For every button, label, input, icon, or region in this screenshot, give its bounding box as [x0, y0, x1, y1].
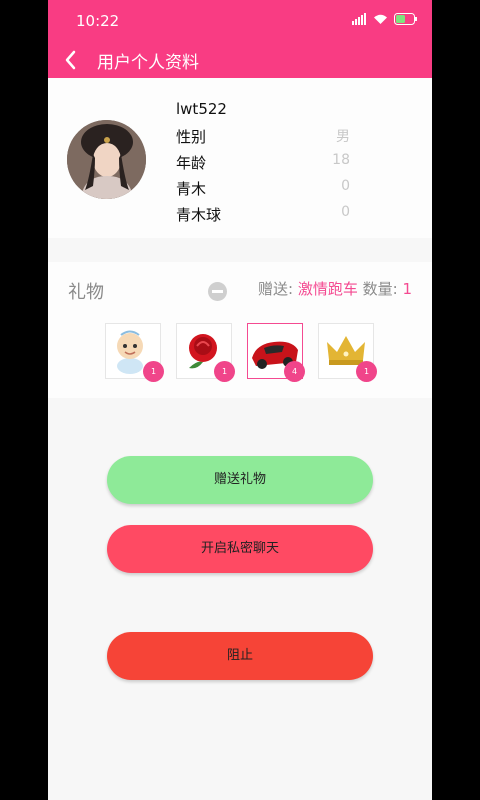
- info-row-age: 年龄 18: [176, 152, 356, 178]
- selected-gift-name: 激情跑车: [297, 280, 358, 298]
- info-row-qingmu: 青木 0: [176, 178, 356, 204]
- gift-count-badge: 1: [143, 361, 164, 382]
- toolbar: 用户个人资料: [48, 42, 432, 78]
- gift-count-badge: 1: [356, 361, 377, 382]
- private-chat-button[interactable]: 开启私密聊天: [107, 525, 373, 573]
- battery-icon: [394, 13, 417, 25]
- info-value: 0: [341, 178, 350, 194]
- info-row-gender: 性别 男: [176, 126, 356, 152]
- gift-section-title: 礼物: [68, 282, 104, 303]
- profile-card: lwt522 性别 男 年龄 18 青木 0 青木球 0: [48, 78, 432, 238]
- page-title: 用户个人资料: [97, 53, 199, 73]
- back-arrow-icon[interactable]: [62, 49, 82, 71]
- info-value: 男: [336, 129, 350, 145]
- info-label: 性别: [176, 128, 207, 146]
- wifi-icon: [374, 14, 387, 24]
- phone-screen: 10:22 用户个人资料 lwt522 性别 男 年龄 18 青木 0 青木球 …: [48, 0, 432, 800]
- gift-send-info: 赠送: 激情跑车 数量: 1: [258, 278, 412, 299]
- avatar[interactable]: [67, 120, 146, 199]
- status-icons: [352, 13, 418, 25]
- avatar-image: [67, 120, 146, 199]
- info-value: 0: [341, 204, 350, 220]
- signal-icon: [352, 13, 367, 25]
- gift-count-badge: 1: [214, 361, 235, 382]
- info-row-qingmu-ball: 青木球 0: [176, 204, 356, 230]
- minus-icon[interactable]: [208, 282, 227, 301]
- status-bar: 10:22: [48, 0, 432, 42]
- send-gift-button[interactable]: 赠送礼物: [107, 456, 373, 504]
- quantity-label: 数量:: [362, 280, 398, 298]
- gift-count-badge: 4: [284, 361, 305, 382]
- info-label: 青木球: [176, 206, 222, 224]
- quantity-value: 1: [402, 280, 412, 298]
- gift-section: 礼物 赠送: 激情跑车 数量: 1 1 1 4 1: [48, 262, 432, 398]
- username: lwt522: [176, 100, 227, 118]
- info-value: 18: [332, 152, 350, 168]
- send-label: 赠送:: [257, 280, 294, 298]
- status-time: 10:22: [76, 12, 120, 30]
- info-label: 年龄: [176, 154, 207, 172]
- block-button[interactable]: 阻止: [107, 632, 373, 680]
- info-label: 青木: [176, 180, 207, 198]
